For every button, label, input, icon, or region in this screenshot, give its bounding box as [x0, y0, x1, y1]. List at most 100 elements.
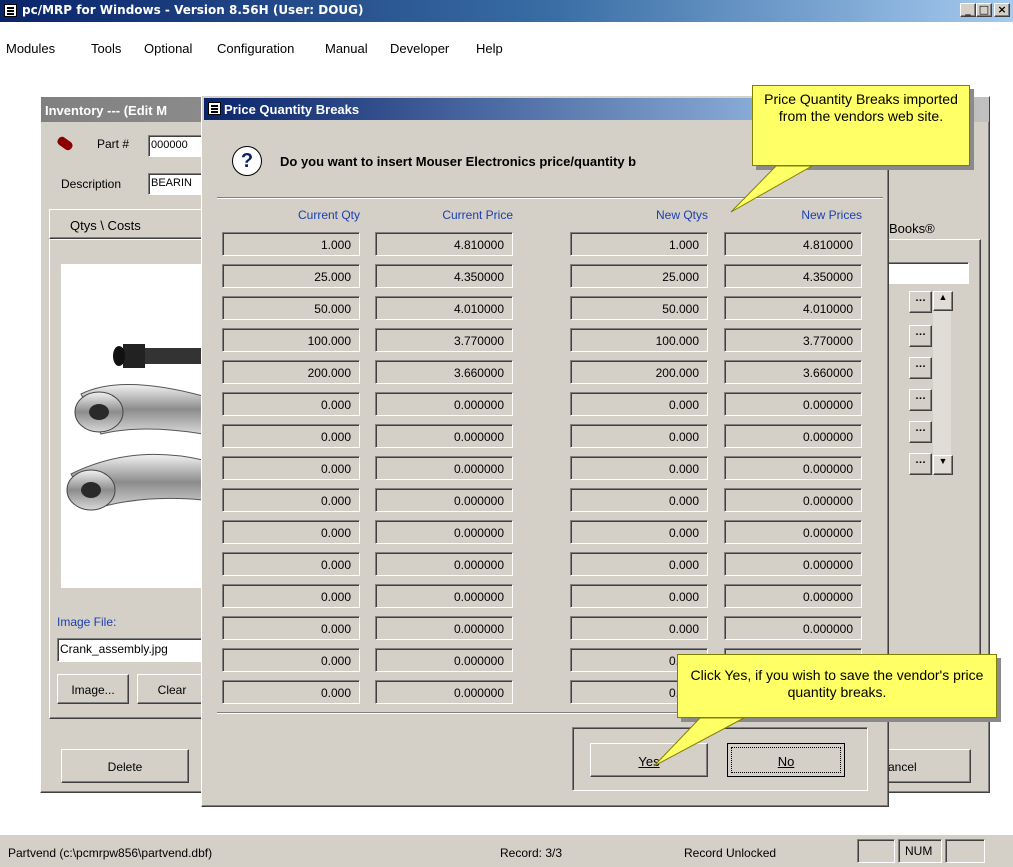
tab-qtys-costs[interactable]: Qtys \ Costs — [49, 209, 204, 239]
new-price-cell[interactable]: 0.000000 — [724, 488, 862, 512]
current-qty-cell: 0.000 — [222, 456, 360, 480]
current-price-cell: 0.000000 — [375, 552, 513, 576]
scroll-down-icon[interactable]: ▼ — [933, 455, 953, 475]
tab-qtys-costs-label: Qtys \ Costs — [70, 218, 141, 233]
current-qty-cell: 200.000 — [222, 360, 360, 384]
current-price-cell: 0.000000 — [375, 648, 513, 672]
new-price-cell[interactable]: 4.350000 — [724, 264, 862, 288]
scrollbar[interactable] — [933, 291, 951, 473]
new-price-cell[interactable]: 3.770000 — [724, 328, 862, 352]
new-price-cell[interactable]: 0.000000 — [724, 424, 862, 448]
new-qty-cell[interactable]: 0.000 — [570, 616, 708, 640]
callout-yes-note: Click Yes, if you wish to save the vendo… — [677, 654, 997, 718]
new-qty-cell[interactable]: 0.000 — [570, 488, 708, 512]
part-number-field[interactable]: 000000 — [148, 135, 208, 157]
new-qty-cell[interactable]: 100.000 — [570, 328, 708, 352]
scroll-up-icon[interactable]: ▲ — [933, 291, 953, 311]
new-qty-cell[interactable]: 25.000 — [570, 264, 708, 288]
current-qty-cell: 0.000 — [222, 424, 360, 448]
header-new-qtys: New Qtys — [655, 208, 708, 222]
status-bar: Partvend (c:\pcmrpw856\partvend.dbf) Rec… — [0, 834, 1013, 867]
yes-button[interactable]: Yes — [590, 743, 708, 777]
row-ellipsis-button[interactable]: … — [909, 291, 932, 313]
description-label: Description — [61, 177, 122, 191]
current-qty-cell: 100.000 — [222, 328, 360, 352]
image-file-field[interactable]: Crank_assembly.jpg — [57, 638, 205, 662]
menu-manual[interactable]: Manual — [325, 41, 368, 56]
app-system-icon[interactable] — [4, 4, 17, 17]
current-price-cell: 0.000000 — [375, 424, 513, 448]
part-image — [61, 264, 205, 588]
new-qty-cell[interactable]: 0.000 — [570, 424, 708, 448]
row-ellipsis-button[interactable]: … — [909, 357, 932, 379]
new-qty-cell[interactable]: 1.000 — [570, 232, 708, 256]
part-pin-icon — [55, 135, 75, 152]
new-qty-cell[interactable]: 0.000 — [570, 520, 708, 544]
new-price-cell[interactable]: 0.000000 — [724, 392, 862, 416]
new-price-cell[interactable]: 0.000000 — [724, 584, 862, 608]
new-qty-cell[interactable]: 50.000 — [570, 296, 708, 320]
app-title: pc/MRP for Windows - Version 8.56H (User… — [22, 3, 364, 17]
menu-tools[interactable]: Tools — [91, 41, 121, 56]
current-qty-cell: 0.000 — [222, 552, 360, 576]
status-scroll — [945, 839, 985, 863]
current-qty-cell: 0.000 — [222, 648, 360, 672]
new-price-cell[interactable]: 0.000000 — [724, 456, 862, 480]
close-button[interactable]: × — [994, 3, 1010, 17]
current-qty-cell: 25.000 — [222, 264, 360, 288]
header-current-qty: Current Qty — [297, 208, 360, 222]
menu-developer[interactable]: Developer — [390, 41, 449, 56]
new-qty-cell[interactable]: 0.000 — [570, 584, 708, 608]
menu-help[interactable]: Help — [476, 41, 503, 56]
new-qty-cell[interactable]: 0.000 — [570, 456, 708, 480]
new-qty-cell[interactable]: 200.000 — [570, 360, 708, 384]
current-qty-cell: 50.000 — [222, 296, 360, 320]
current-price-cell: 0.000000 — [375, 488, 513, 512]
row-ellipsis-button[interactable]: … — [909, 325, 932, 347]
tab-quickbooks-label[interactable]: Books® — [889, 221, 935, 236]
minimize-button[interactable]: _ — [960, 3, 976, 17]
current-qty-cell: 0.000 — [222, 520, 360, 544]
current-qty-cell: 0.000 — [222, 392, 360, 416]
new-price-cell[interactable]: 0.000000 — [724, 552, 862, 576]
part-label: Part # — [97, 137, 130, 151]
callout-imported-note: Price Quantity Breaks imported from the … — [752, 85, 970, 166]
image-button[interactable]: Image... — [57, 674, 129, 704]
row-ellipsis-button[interactable]: … — [909, 453, 932, 475]
cancel-button[interactable]: ancel — [879, 749, 971, 783]
current-price-cell: 0.000000 — [375, 616, 513, 640]
list-header — [879, 262, 969, 284]
delete-button[interactable]: Delete — [61, 749, 189, 783]
new-qty-cell[interactable]: 0.000 — [570, 552, 708, 576]
current-price-cell: 3.770000 — [375, 328, 513, 352]
maximize-button[interactable]: □ — [976, 3, 992, 17]
new-price-cell[interactable]: 0.000000 — [724, 520, 862, 544]
dialog-separator — [217, 197, 883, 199]
inventory-title: Inventory --- (Edit M — [45, 103, 168, 118]
header-new-prices: New Prices — [801, 208, 862, 222]
dialog-question: Do you want to insert Mouser Electronics… — [280, 154, 637, 169]
header-current-price: Current Price — [442, 208, 513, 222]
status-num: NUM — [898, 839, 942, 863]
description-field[interactable]: BEARIN — [148, 173, 208, 195]
current-price-cell: 0.000000 — [375, 584, 513, 608]
row-ellipsis-button[interactable]: … — [909, 421, 932, 443]
clear-button[interactable]: Clear — [137, 674, 207, 704]
dialog-system-icon[interactable] — [208, 102, 221, 115]
menu-bar: Modules Tools Optional Configuration Man… — [0, 22, 1013, 64]
new-price-cell[interactable]: 4.010000 — [724, 296, 862, 320]
new-price-cell[interactable]: 0.000000 — [724, 616, 862, 640]
current-price-cell: 4.010000 — [375, 296, 513, 320]
image-file-label: Image File: — [57, 615, 117, 629]
row-ellipsis-button[interactable]: … — [909, 389, 932, 411]
menu-modules[interactable]: Modules — [6, 41, 55, 56]
new-qty-cell[interactable]: 0.000 — [570, 392, 708, 416]
menu-configuration[interactable]: Configuration — [217, 41, 294, 56]
new-price-cell[interactable]: 4.810000 — [724, 232, 862, 256]
new-price-cell[interactable]: 3.660000 — [724, 360, 862, 384]
no-button[interactable]: No — [727, 743, 845, 777]
current-qty-cell: 1.000 — [222, 232, 360, 256]
menu-optional[interactable]: Optional — [144, 41, 192, 56]
current-qty-cell: 0.000 — [222, 584, 360, 608]
status-caps — [857, 839, 895, 863]
